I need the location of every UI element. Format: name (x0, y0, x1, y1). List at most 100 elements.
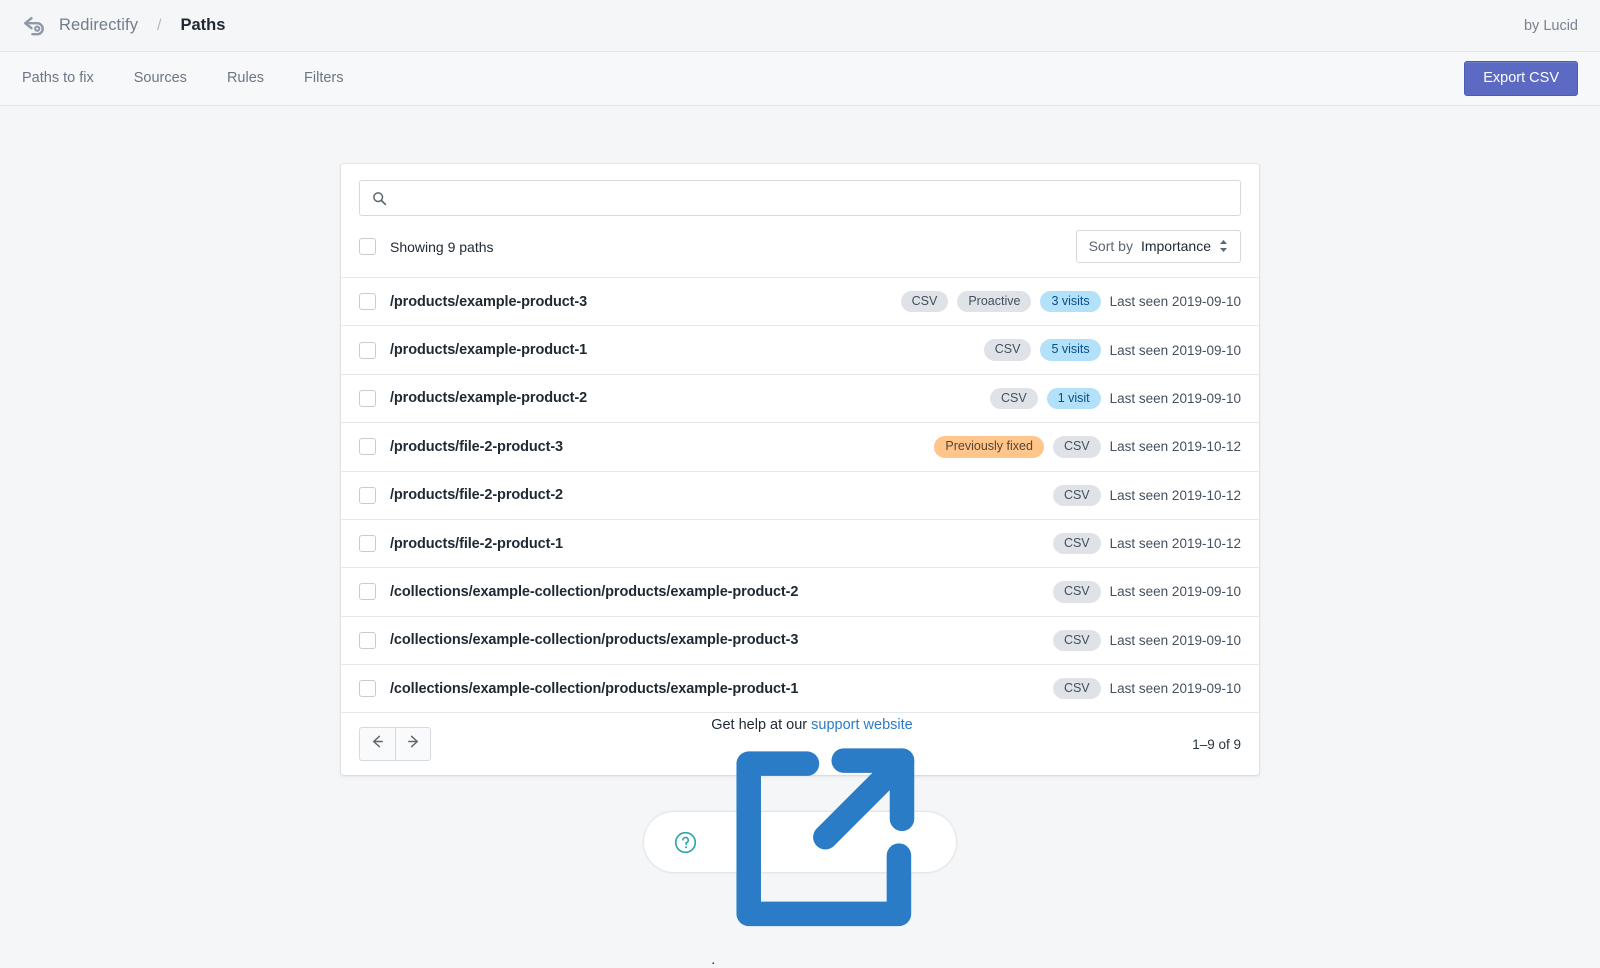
last-seen-label: Last seen 2019-09-10 (1109, 342, 1241, 358)
last-seen-label: Last seen 2019-09-10 (1109, 681, 1241, 697)
status-badge: CSV (1052, 532, 1101, 555)
row-path-label: /products/example-product-2 (390, 390, 588, 407)
help-banner: Get help at our support website . (643, 717, 957, 968)
pagination (359, 727, 431, 762)
sort-value-label: Importance (1140, 238, 1211, 254)
search-icon (372, 191, 387, 206)
paths-list: /products/example-product-3 CSV Proactive 3… (341, 277, 1259, 713)
last-seen-label: Last seen 2019-10-12 (1109, 487, 1241, 503)
table-row[interactable]: /collections/example-collection/products… (341, 615, 1259, 664)
table-row[interactable]: /products/example-product-1 CSV 5 visits La… (341, 325, 1259, 374)
help-text: Get help at our support website . (711, 717, 926, 968)
row-path-label: /products/example-product-1 (390, 342, 588, 359)
paths-card: Showing 9 paths Sort by Importance /prod… (341, 164, 1259, 776)
row-checkbox[interactable] (359, 631, 376, 649)
row-checkbox[interactable] (359, 680, 376, 698)
status-badge: CSV (1052, 678, 1101, 700)
sort-prefix-label: Sort by (1088, 238, 1133, 254)
caret-up-down-icon (1219, 239, 1228, 253)
redirect-arrow-icon (22, 15, 48, 37)
row-checkbox[interactable] (359, 293, 376, 311)
question-circle-icon (674, 831, 697, 854)
last-seen-label: Last seen 2019-09-10 (1109, 584, 1241, 600)
row-path-label: /collections/example-collection/products… (390, 583, 799, 600)
breadcrumb-separator: / (157, 16, 162, 34)
table-row[interactable]: /products/example-product-2 CSV 1 visit Las… (341, 373, 1259, 423)
row-checkbox[interactable] (359, 438, 376, 456)
nav-bar: Paths to fix Sources Rules Filters Expor… (0, 52, 1600, 106)
top-bar: Redirectify / Paths by Lucid (0, 0, 1600, 52)
help-text-after: . (711, 951, 716, 968)
nav-tabs: Paths to fix Sources Rules Filters (22, 71, 344, 86)
tab-rules[interactable]: Rules (227, 71, 264, 86)
showing-count-label: Showing 9 paths (390, 238, 494, 255)
row-meta: CSV Last seen 2019-09-10 (1052, 629, 1241, 651)
arrow-right-icon (405, 733, 422, 755)
tab-sources[interactable]: Sources (134, 71, 187, 86)
row-path-label: /products/file-2-product-3 (390, 438, 564, 455)
table-row[interactable]: /products/file-2-product-2 CSV Last seen 2… (341, 470, 1259, 519)
previous-page-button[interactable] (359, 727, 395, 762)
status-badge: 1 visit (1046, 387, 1101, 410)
tab-filters[interactable]: Filters (304, 71, 343, 86)
status-badge: 5 visits (1040, 339, 1101, 361)
row-path-label: /products/file-2-product-1 (390, 535, 564, 552)
row-meta: CSV 5 visits Last seen 2019-09-10 (983, 339, 1241, 361)
row-meta: CSV Last seen 2019-10-12 (1052, 484, 1241, 506)
support-website-link[interactable]: support website (811, 717, 913, 733)
row-meta: CSV Last seen 2019-10-12 (1052, 532, 1241, 555)
last-seen-label: Last seen 2019-09-10 (1109, 632, 1241, 648)
status-badge: CSV (1052, 436, 1101, 458)
table-row[interactable]: /collections/example-collection/products… (341, 664, 1259, 713)
status-badge: 3 visits (1040, 291, 1101, 313)
page-title: Paths (180, 16, 226, 34)
row-meta: CSV 1 visit Last seen 2019-09-10 (989, 387, 1241, 410)
external-link-icon[interactable] (715, 748, 930, 952)
help-text-before: Get help at our (711, 717, 808, 734)
breadcrumb: Redirectify / Paths (22, 15, 225, 37)
status-badge: CSV (983, 339, 1032, 361)
row-path-label: /collections/example-collection/products… (390, 680, 799, 697)
table-row[interactable]: /products/file-2-product-1 CSV Last seen 2… (341, 518, 1259, 568)
status-badge: CSV (900, 291, 949, 313)
row-meta: CSV Proactive 3 visits Last seen 2019-09-10 (900, 291, 1241, 313)
export-csv-button[interactable]: Export CSV (1464, 60, 1578, 97)
table-row[interactable]: /collections/example-collection/products… (341, 567, 1259, 616)
search-field[interactable] (359, 180, 1241, 216)
list-toolbar: Showing 9 paths Sort by Importance (341, 216, 1259, 277)
row-checkbox[interactable] (359, 341, 376, 359)
row-checkbox[interactable] (359, 583, 376, 601)
row-path-label: /products/example-product-3 (390, 293, 588, 310)
search-input[interactable] (360, 181, 1240, 215)
row-meta: CSV Last seen 2019-09-10 (1052, 678, 1241, 700)
tab-paths-to-fix[interactable]: Paths to fix (22, 71, 94, 86)
last-seen-label: Last seen 2019-10-12 (1109, 536, 1241, 552)
status-badge: CSV (989, 387, 1038, 410)
card-header (341, 164, 1259, 216)
table-row[interactable]: /products/file-2-product-3 Previously fix… (341, 422, 1259, 471)
row-meta: CSV Last seen 2019-09-10 (1052, 581, 1241, 603)
row-path-label: /products/file-2-product-2 (390, 487, 564, 504)
table-row[interactable]: /products/example-product-3 CSV Proactive 3… (341, 277, 1259, 326)
pagination-count: 1–9 of 9 (1192, 736, 1241, 752)
last-seen-label: Last seen 2019-09-10 (1109, 390, 1241, 406)
status-badge: CSV (1052, 484, 1101, 506)
arrow-left-icon (369, 733, 386, 755)
row-checkbox[interactable] (359, 535, 376, 553)
last-seen-label: Last seen 2019-10-12 (1109, 439, 1241, 455)
sort-by-select[interactable]: Sort by Importance (1075, 230, 1241, 263)
page-content: Showing 9 paths Sort by Importance /prod… (0, 106, 1600, 968)
brand-name[interactable]: Redirectify (59, 16, 138, 35)
byline: by Lucid (1523, 17, 1578, 34)
row-path-label: /collections/example-collection/products… (390, 632, 799, 649)
status-badge: Proactive (957, 291, 1032, 313)
select-all-checkbox[interactable] (359, 238, 376, 255)
status-badge: CSV (1052, 629, 1101, 651)
status-badge: CSV (1052, 581, 1101, 603)
last-seen-label: Last seen 2019-09-10 (1109, 294, 1241, 310)
row-meta: Previously fixed CSV Last seen 2019-10-12 (934, 436, 1241, 458)
row-checkbox[interactable] (359, 486, 376, 504)
row-checkbox[interactable] (359, 389, 376, 407)
next-page-button[interactable] (395, 727, 431, 762)
status-badge: Previously fixed (934, 436, 1044, 458)
